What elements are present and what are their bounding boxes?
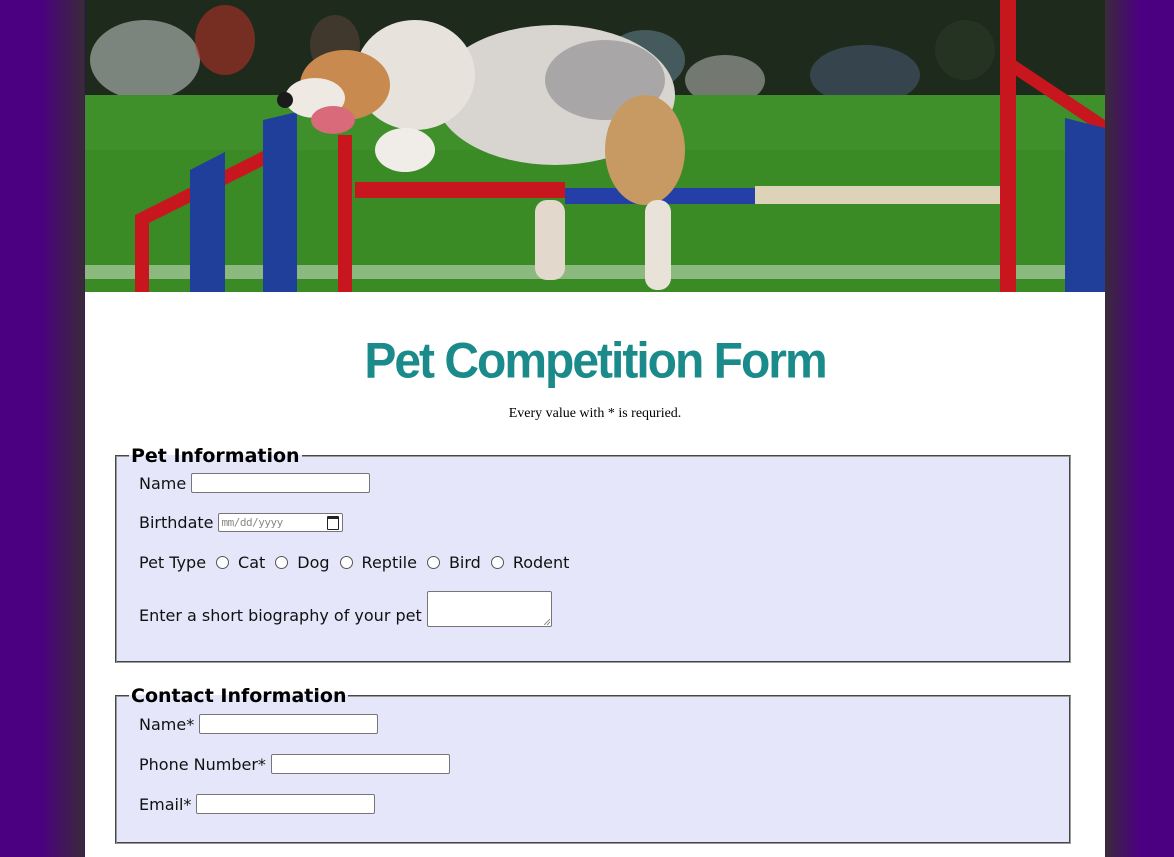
contact-name-row: Name* — [139, 714, 1069, 734]
email-label: Email* — [139, 794, 192, 814]
pet-information-section: Pet Information Name Birthdate mm/dd/yyy… — [115, 445, 1071, 663]
pet-type-dog-label[interactable]: Dog — [297, 553, 329, 572]
pet-type-rodent-radio[interactable] — [490, 556, 504, 569]
phone-label: Phone Number* — [139, 754, 266, 774]
contact-information-section: Contact Information Name* Phone Number* … — [115, 685, 1071, 844]
pet-type-cat-label[interactable]: Cat — [238, 553, 265, 572]
pet-information-legend: Pet Information — [131, 445, 300, 467]
birthdate-label: Birthdate — [139, 513, 214, 532]
pet-type-rodent-label[interactable]: Rodent — [513, 553, 570, 572]
birthdate-placeholder: mm/dd/yyyy — [221, 516, 284, 529]
pet-type-reptile-label[interactable]: Reptile — [362, 553, 417, 572]
pet-name-row: Name — [139, 473, 1069, 493]
page-title: Pet Competition Form — [364, 333, 827, 390]
required-note: Every value with * is requried. — [508, 406, 682, 421]
biography-label: Enter a short biography of your pet — [139, 606, 422, 625]
pet-type-dog-radio[interactable] — [275, 556, 289, 569]
pet-type-cat-radio[interactable] — [216, 556, 230, 569]
hero-image — [85, 0, 1105, 292]
biography-row: Enter a short biography of your pet — [139, 591, 1069, 627]
pet-type-bird-radio[interactable] — [426, 556, 440, 569]
phone-row: Phone Number* — [139, 754, 1069, 774]
contact-information-legend: Contact Information — [131, 685, 347, 707]
pet-name-input[interactable] — [191, 473, 371, 493]
birthdate-input[interactable]: mm/dd/yyyy — [217, 513, 343, 532]
biography-textarea[interactable] — [426, 591, 552, 627]
contact-name-input[interactable] — [199, 714, 379, 734]
email-row: Email* — [139, 794, 1069, 814]
email-input[interactable] — [196, 794, 376, 814]
dog-agility-photo — [85, 0, 1105, 292]
pet-type-bird-label[interactable]: Bird — [449, 553, 481, 572]
birthdate-row: Birthdate mm/dd/yyyy — [139, 513, 1069, 532]
page-container: Pet Competition Form Every value with * … — [85, 0, 1105, 857]
pet-type-reptile-radio[interactable] — [339, 556, 353, 569]
phone-input[interactable] — [270, 754, 450, 774]
pet-type-label: Pet Type — [139, 553, 207, 572]
pet-name-label: Name — [139, 473, 187, 493]
pet-type-row: Pet Type Cat Dog Reptile Bird Rodent — [139, 553, 1069, 572]
contact-name-label: Name* — [139, 714, 195, 734]
calendar-icon[interactable] — [326, 515, 339, 530]
